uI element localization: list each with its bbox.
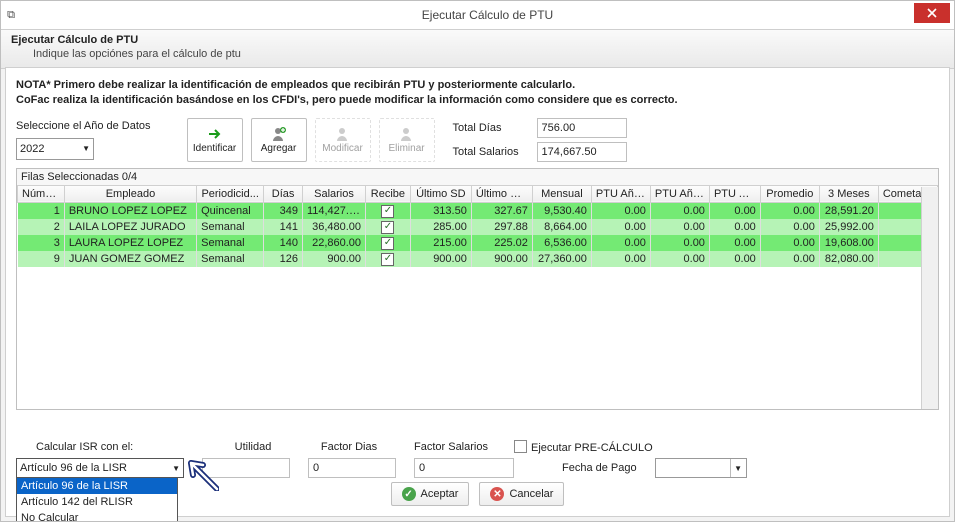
add-button[interactable]: Agregar [251, 118, 307, 162]
checkbox-icon [514, 440, 527, 453]
cursor-icon [173, 453, 219, 491]
total-salaries-label: Total Salarios [453, 146, 531, 158]
table-row[interactable]: 9JUAN GOMEZ GOMEZSemanal126900.00✓900.00… [18, 251, 938, 267]
total-days-value: 756.00 [537, 118, 627, 138]
col-ptu-a1[interactable]: PTU Año-1 [591, 185, 650, 202]
table-row[interactable]: 3LAURA LOPEZ LOPEZSemanal14022,860.00✓21… [18, 235, 938, 251]
grid-header-row: Número Empleado Periodicid... Días Salar… [18, 185, 938, 202]
col-ptu-a2[interactable]: PTU Año-2 [650, 185, 709, 202]
factor-dias-input[interactable]: 0 [308, 458, 396, 478]
col-numero[interactable]: Número [18, 185, 65, 202]
col-ultimo-sd[interactable]: Último SD [410, 185, 471, 202]
checkbox-checked-icon: ✓ [381, 221, 394, 234]
identify-button[interactable]: Identificar [187, 118, 243, 162]
person-edit-icon [335, 126, 351, 142]
total-days-label: Total Días [453, 122, 531, 134]
arrow-right-icon [207, 126, 223, 142]
col-promedio[interactable]: Promedio [760, 185, 819, 202]
toolbar-row: Seleccione el Año de Datos 2022 ▼ Identi… [16, 118, 939, 162]
totals-block: Total Días 756.00 Total Salarios 174,667… [453, 118, 627, 162]
chevron-down-icon: ▼ [730, 459, 746, 477]
isr-label: Calcular ISR con el: [16, 441, 196, 453]
col-mensual[interactable]: Mensual [532, 185, 591, 202]
col-ultimo-sdi[interactable]: Último SDI [471, 185, 532, 202]
note-line2: CoFac realiza la identificación basándos… [16, 94, 678, 106]
col-dias[interactable]: Días [264, 185, 303, 202]
selected-rows-label: Filas Seleccionadas 0/4 [17, 169, 938, 185]
factor-dias-label: Factor Dias [310, 441, 388, 453]
col-salarios[interactable]: Salarios [302, 185, 365, 202]
content-area: NOTA* Primero debe realizar la identific… [5, 67, 950, 517]
isr-option-2[interactable]: No Calcular [17, 510, 177, 522]
utilidad-label: Utilidad [214, 441, 292, 453]
checkbox-checked-icon: ✓ [381, 253, 394, 266]
total-salaries-value: 174,667.50 [537, 142, 627, 162]
col-periodicidad[interactable]: Periodicid... [197, 185, 264, 202]
fecha-pago-input[interactable]: ▼ [655, 458, 747, 478]
footer-labels-row: Calcular ISR con el: Utilidad Factor Dia… [16, 438, 939, 456]
close-icon [927, 8, 937, 18]
col-ptu-a3[interactable]: PTU Añ... [709, 185, 760, 202]
grid-table[interactable]: Número Empleado Periodicid... Días Salar… [17, 185, 938, 267]
year-combo[interactable]: 2022 ▼ [16, 138, 94, 160]
note-block: NOTA* Primero debe realizar la identific… [16, 78, 939, 108]
system-icon: ⧉ [1, 9, 21, 22]
isr-option-0[interactable]: Artículo 96 de la LISR [17, 478, 177, 494]
header-strip: Ejecutar Cálculo de PTU Indique las opci… [1, 30, 954, 69]
isr-dropdown-list: Artículo 96 de la LISR Artículo 142 del … [16, 477, 178, 522]
footer-inputs-row: Artículo 96 de la LISR ▼ Artículo 96 de … [16, 458, 939, 478]
person-add-icon [271, 126, 287, 142]
titlebar: ⧉ Ejecutar Cálculo de PTU [1, 1, 954, 30]
checkbox-checked-icon: ✓ [381, 205, 394, 218]
check-icon: ✓ [402, 487, 416, 501]
note-line1: NOTA* Primero debe realizar la identific… [16, 79, 575, 91]
person-remove-icon [399, 126, 415, 142]
window-title: Ejecutar Cálculo de PTU [21, 8, 954, 22]
year-label: Seleccione el Año de Datos [16, 120, 151, 132]
grid-wrap: Filas Seleccionadas 0/4 Número Empleado … [16, 168, 939, 410]
table-row[interactable]: 1BRUNO LOPEZ LOPEZQuincenal349114,427.50… [18, 202, 938, 219]
page-title: Ejecutar Cálculo de PTU [11, 34, 944, 46]
cancel-icon: ✕ [490, 487, 504, 501]
chevron-down-icon: ▼ [82, 144, 90, 153]
year-value: 2022 [20, 143, 44, 155]
footer-section: Calcular ISR con el: Utilidad Factor Dia… [16, 438, 939, 506]
factor-salarios-label: Factor Salarios [406, 441, 496, 453]
modify-button: Modificar [315, 118, 371, 162]
fecha-label: Fecha de Pago [562, 462, 637, 474]
table-row[interactable]: 2LAILA LOPEZ JURADOSemanal14136,480.00✓2… [18, 219, 938, 235]
app-window: ⧉ Ejecutar Cálculo de PTU Ejecutar Cálcu… [0, 0, 955, 522]
delete-button: Eliminar [379, 118, 435, 162]
checkbox-checked-icon: ✓ [381, 237, 394, 250]
isr-selected: Artículo 96 de la LISR [20, 462, 127, 474]
col-recibe[interactable]: Recibe [366, 185, 411, 202]
close-button[interactable] [914, 3, 950, 23]
col-3meses[interactable]: 3 Meses [819, 185, 878, 202]
isr-combo[interactable]: Artículo 96 de la LISR ▼ Artículo 96 de … [16, 458, 184, 478]
factor-salarios-input[interactable]: 0 [414, 458, 514, 478]
isr-option-1[interactable]: Artículo 142 del RLISR [17, 494, 177, 510]
grid-scrollbar[interactable] [921, 187, 938, 409]
cancel-button[interactable]: ✕ Cancelar [479, 482, 564, 506]
accept-button[interactable]: ✓ Aceptar [391, 482, 470, 506]
page-subtitle: Indique las opciónes para el cálculo de … [11, 48, 944, 60]
precalc-checkbox[interactable]: Ejecutar PRE-CÁLCULO [514, 440, 653, 454]
col-empleado[interactable]: Empleado [64, 185, 196, 202]
